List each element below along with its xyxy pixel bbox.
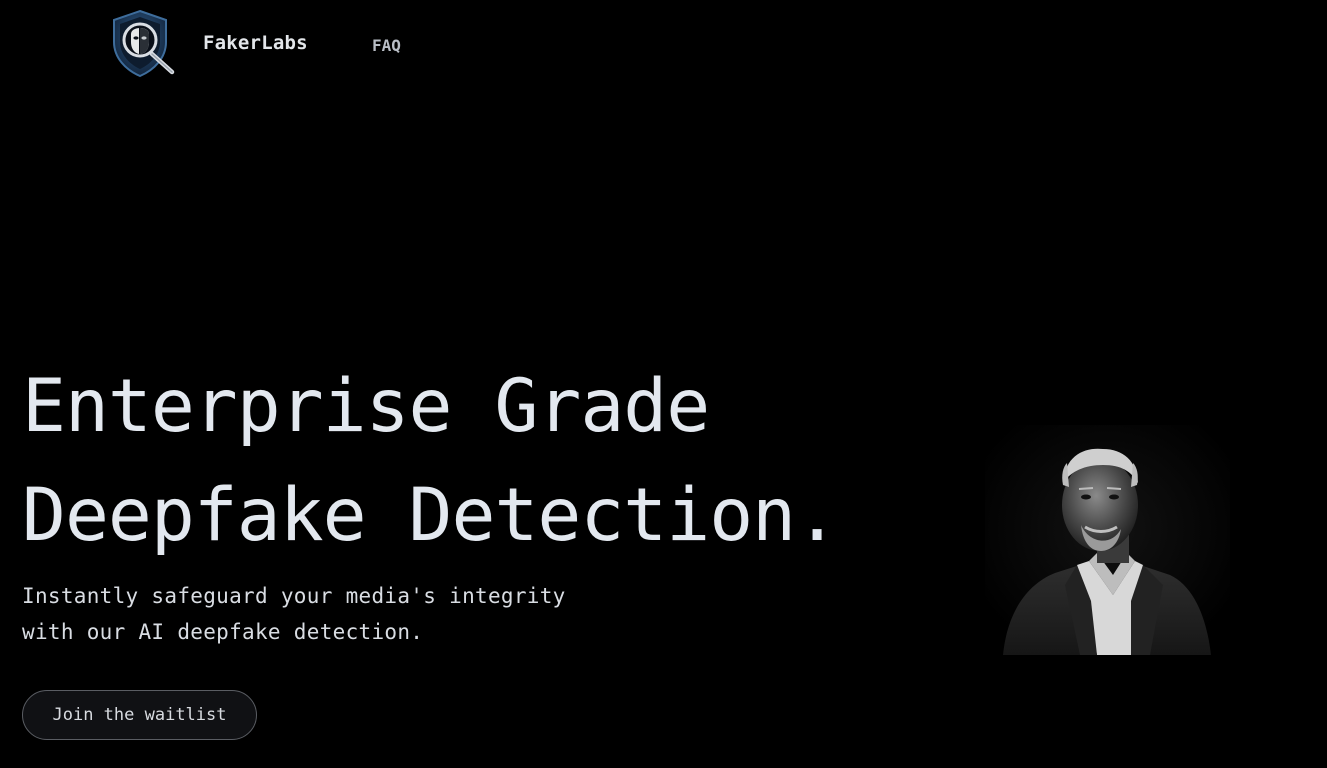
hero-title: Enterprise Grade Deepfake Detection. [22, 352, 839, 570]
brand-link[interactable]: FakerLabs [203, 32, 308, 54]
shield-magnifier-face-icon[interactable] [108, 8, 178, 78]
hero-title-line-1: Enterprise Grade [22, 364, 710, 449]
hero-title-line-2: Deepfake Detection. [22, 473, 839, 558]
hero-subtitle-line-1: Instantly safeguard your media's integri… [22, 584, 566, 608]
join-waitlist-button[interactable]: Join the waitlist [22, 690, 257, 740]
top-nav: FakerLabs FAQ [0, 0, 1327, 90]
hero-subtitle-line-2: with our AI deepfake detection. [22, 620, 424, 644]
hero-portrait-image [985, 425, 1230, 655]
hero-subtitle: Instantly safeguard your media's integri… [22, 578, 566, 650]
nav-link-faq[interactable]: FAQ [372, 36, 401, 55]
